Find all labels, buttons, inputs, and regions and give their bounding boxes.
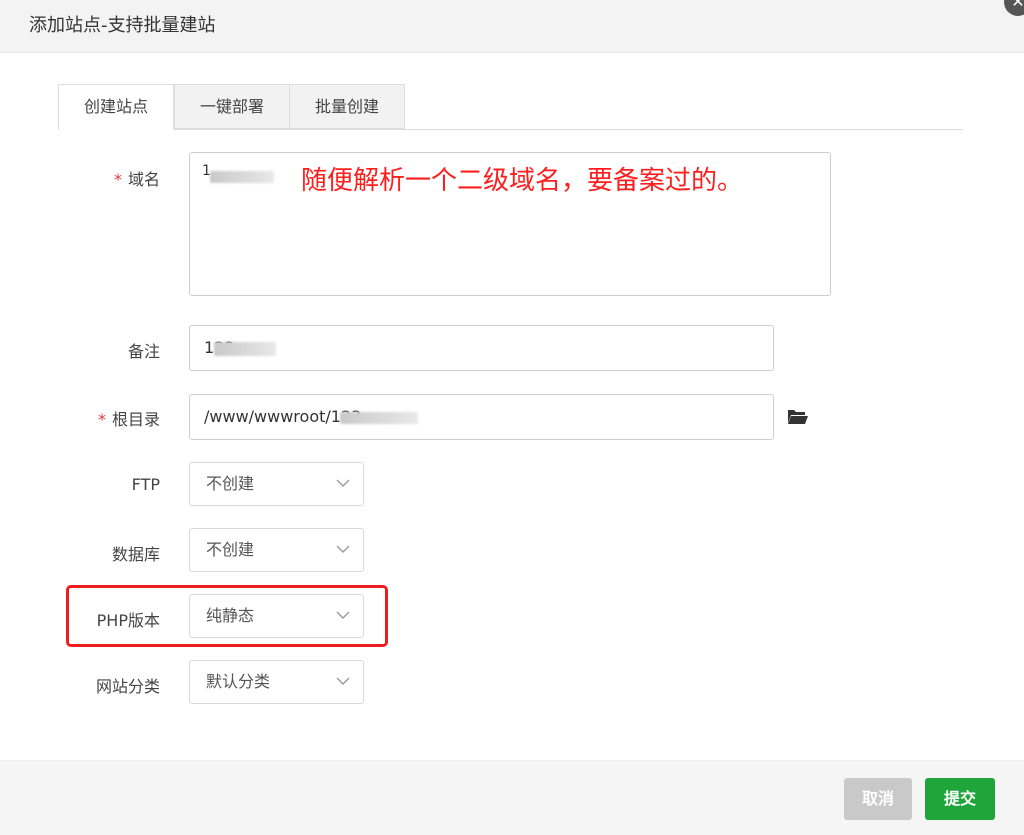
- chevron-down-icon: [336, 479, 350, 487]
- tab-create-site[interactable]: 创建站点: [58, 84, 174, 130]
- domain-label: * 域名: [113, 170, 160, 189]
- category-label: 网站分类: [95, 677, 160, 696]
- chevron-down-icon: [336, 677, 350, 685]
- ftp-label: FTP: [131, 475, 160, 494]
- submit-button[interactable]: 提交: [925, 778, 995, 820]
- root-dir-label: * 根目录: [97, 410, 160, 429]
- tab-one-click-deploy[interactable]: 一键部署: [174, 84, 290, 129]
- database-select[interactable]: 不创建: [189, 528, 364, 572]
- root-dir-value: /www/wwwroot/123: [204, 407, 362, 426]
- required-mark: *: [113, 170, 122, 189]
- red-highlight-box: [66, 585, 388, 647]
- dialog-title-bar: 添加站点-支持批量建站: [0, 0, 1024, 53]
- ftp-selected-value: 不创建: [206, 474, 255, 493]
- required-mark: *: [97, 410, 106, 429]
- dialog-title: 添加站点-支持批量建站: [29, 15, 216, 36]
- cancel-button[interactable]: 取消: [844, 778, 912, 820]
- red-annotation-text: 随便解析一个二级域名，要备案过的。: [301, 166, 744, 196]
- remark-input[interactable]: 123.com: [189, 325, 774, 371]
- ftp-select[interactable]: 不创建: [189, 462, 364, 506]
- root-dir-input[interactable]: /www/wwwroot/123: [189, 394, 774, 440]
- dialog-footer: 取消 提交: [0, 760, 1024, 835]
- category-select[interactable]: 默认分类: [189, 660, 364, 704]
- redacted-text: [214, 342, 276, 356]
- tab-bar: 创建站点 一键部署 批量创建: [58, 84, 963, 130]
- database-selected-value: 不创建: [206, 540, 255, 559]
- database-label: 数据库: [111, 545, 160, 564]
- chevron-down-icon: [336, 545, 350, 553]
- remark-label: 备注: [127, 342, 160, 361]
- category-selected-value: 默认分类: [206, 672, 271, 691]
- redacted-text: [210, 171, 274, 183]
- folder-open-icon[interactable]: [787, 408, 809, 426]
- redacted-text: [340, 412, 418, 424]
- tab-batch-create[interactable]: 批量创建: [289, 84, 405, 129]
